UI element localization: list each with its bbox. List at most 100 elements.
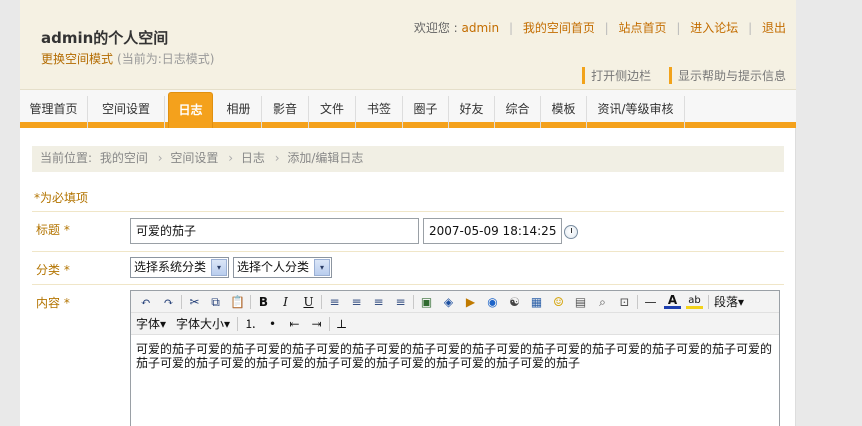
document-icon[interactable]: ▤ <box>572 294 589 310</box>
tab-news-level-review[interactable]: 资讯/等级审核 <box>587 96 685 128</box>
separator: | <box>604 21 609 35</box>
personal-category-value: 选择个人分类 <box>237 260 310 274</box>
tips-row: 打开侧边栏 显示帮助与提示信息 <box>568 67 786 84</box>
tab-space-settings[interactable]: 空间设置 <box>88 96 165 128</box>
separator: | <box>508 21 513 35</box>
copy-format-icon[interactable]: ⊡ <box>616 294 633 310</box>
tab-general[interactable]: 综合 <box>495 96 541 128</box>
redo-icon[interactable]: ↷ <box>160 294 177 310</box>
font-size-dropdown[interactable]: 字体大小▾ <box>176 316 230 332</box>
title-input[interactable]: 可爱的茄子 <box>130 218 419 244</box>
toolbar-separator <box>237 317 238 331</box>
separator: | <box>676 21 681 35</box>
tab-album[interactable]: 相册 <box>216 96 262 128</box>
divider <box>32 211 784 212</box>
paragraph-label: 段落 <box>714 295 739 309</box>
tab-blog[interactable]: 日志 <box>168 92 213 128</box>
breadcrumb-space-settings[interactable]: 空间设置 <box>170 151 218 165</box>
italic-icon[interactable]: I <box>277 294 294 310</box>
system-category-select[interactable]: 选择系统分类 ▾ <box>130 257 229 278</box>
divider <box>32 284 784 285</box>
align-center-icon[interactable]: ≡ <box>348 294 365 310</box>
align-right-icon[interactable]: ≡ <box>370 294 387 310</box>
chevron-down-icon: ▾ <box>211 259 227 276</box>
open-sidebar-link[interactable]: 打开侧边栏 <box>582 67 651 84</box>
site-home-link[interactable]: 站点首页 <box>619 19 667 36</box>
toolbar-separator <box>637 295 638 309</box>
editor-toolbar-row-2: 字体▾ 字体大小▾ ⒈ • ⇤ ⇥ ⊥ <box>131 313 779 335</box>
undo-icon[interactable]: ↶ <box>137 294 154 310</box>
toolbar-separator <box>708 295 709 309</box>
font-dropdown[interactable]: 字体▾ <box>136 316 166 332</box>
main-nav: 管理首页 空间设置 日志 相册 影音 文件 书签 圈子 好友 综合 模板 资讯/… <box>20 90 796 128</box>
space-mode-row: 更换空间模式 (当前为:日志模式) <box>41 50 214 67</box>
logout-link[interactable]: 退出 <box>762 19 786 36</box>
font-label: 字体 <box>136 317 161 331</box>
personal-category-select[interactable]: 选择个人分类 ▾ <box>233 257 332 278</box>
separator: | <box>748 21 753 35</box>
breadcrumb-add-edit: 添加/编辑日志 <box>287 151 364 165</box>
current-mode-text: (当前为:日志模式) <box>117 52 215 66</box>
search-icon[interactable]: ⌕ <box>594 294 611 310</box>
system-category-value: 选择系统分类 <box>134 260 207 274</box>
date-input[interactable]: 2007-05-09 18:14:25 <box>423 218 562 244</box>
space-header: admin的个人空间 更换空间模式 (当前为:日志模式) 欢迎您 : admin … <box>20 0 796 90</box>
editor-content[interactable]: 可爱的茄子可爱的茄子可爱的茄子可爱的茄子可爱的茄子可爱的茄子可爱的茄子可爱的茄子… <box>136 342 776 370</box>
tab-bookmarks[interactable]: 书签 <box>356 96 403 128</box>
justify-icon[interactable]: ≡ <box>392 294 409 310</box>
title-label: 标题 * <box>36 223 70 237</box>
divider <box>32 251 784 252</box>
clock-icon[interactable] <box>564 225 578 239</box>
breadcrumb-arrow: › <box>274 151 280 165</box>
unordered-list-icon[interactable]: • <box>264 316 281 332</box>
content-label: 内容 * <box>36 296 70 310</box>
insert-table-icon[interactable]: ▦ <box>528 294 545 310</box>
forum-link[interactable]: 进入论坛 <box>690 19 738 36</box>
tab-files[interactable]: 文件 <box>309 96 356 128</box>
outdent-icon[interactable]: ⇤ <box>286 316 303 332</box>
rich-text-editor: ↶ ↷ ✂ ⧉ 📋 B I U ≡ ≡ ≡ ≡ ▣ ◈ ▶ ◉ ☯ ▦ ☺ ▤ … <box>130 290 780 426</box>
smiley-icon[interactable]: ☺ <box>550 294 567 310</box>
my-space-home-link[interactable]: 我的空间首页 <box>523 19 595 36</box>
username-link[interactable]: admin <box>462 21 500 35</box>
underline-icon[interactable]: U <box>300 294 317 310</box>
breadcrumb-blog[interactable]: 日志 <box>241 151 265 165</box>
indent-icon[interactable]: ⇥ <box>308 316 325 332</box>
breadcrumb-my-space[interactable]: 我的空间 <box>100 151 148 165</box>
tab-templates[interactable]: 模板 <box>541 96 587 128</box>
ordered-list-icon[interactable]: ⒈ <box>242 316 259 332</box>
breadcrumb: 当前位置: 我的空间 › 空间设置 › 日志 › 添加/编辑日志 <box>32 146 784 172</box>
tab-circles[interactable]: 圈子 <box>403 96 449 128</box>
category-label: 分类 * <box>36 263 70 277</box>
editor-toolbar-row-1: ↶ ↷ ✂ ⧉ 📋 B I U ≡ ≡ ≡ ≡ ▣ ◈ ▶ ◉ ☯ ▦ ☺ ▤ … <box>131 291 779 313</box>
tab-friends[interactable]: 好友 <box>449 96 495 128</box>
page-container: admin的个人空间 更换空间模式 (当前为:日志模式) 欢迎您 : admin … <box>20 0 796 426</box>
cut-icon[interactable]: ✂ <box>186 294 203 310</box>
toolbar-separator <box>413 295 414 309</box>
breadcrumb-arrow: › <box>228 151 234 165</box>
insert-real-icon[interactable]: ◉ <box>484 294 501 310</box>
bold-icon[interactable]: B <box>255 294 272 310</box>
insert-special-icon[interactable]: ☯ <box>506 294 523 310</box>
paragraph-dropdown[interactable]: 段落▾ <box>714 294 744 310</box>
background-color-icon[interactable]: ab <box>686 294 703 309</box>
copy-icon[interactable]: ⧉ <box>207 294 224 310</box>
insert-image-icon[interactable]: ▣ <box>418 294 435 310</box>
toolbar-separator <box>329 317 330 331</box>
toolbar-separator <box>321 295 322 309</box>
show-help-link[interactable]: 显示帮助与提示信息 <box>668 67 786 84</box>
space-title: admin的个人空间 <box>41 29 169 47</box>
remove-format-icon[interactable]: ⊥ <box>333 316 350 332</box>
horizontal-rule-icon[interactable]: — <box>642 294 659 310</box>
paste-icon[interactable]: 📋 <box>229 294 246 310</box>
insert-flash-icon[interactable]: ◈ <box>440 294 457 310</box>
tab-manage-home[interactable]: 管理首页 <box>20 96 88 128</box>
align-left-icon[interactable]: ≡ <box>326 294 343 310</box>
chevron-down-icon: ▾ <box>738 295 745 309</box>
insert-media-icon[interactable]: ▶ <box>462 294 479 310</box>
tab-media[interactable]: 影音 <box>262 96 309 128</box>
font-color-icon[interactable]: A <box>664 294 681 309</box>
top-links: 欢迎您 : admin | 我的空间首页 | 站点首页 | 进入论坛 | 退出 <box>414 19 786 36</box>
breadcrumb-prefix: 当前位置: <box>40 151 93 165</box>
switch-mode-link[interactable]: 更换空间模式 <box>41 52 113 66</box>
